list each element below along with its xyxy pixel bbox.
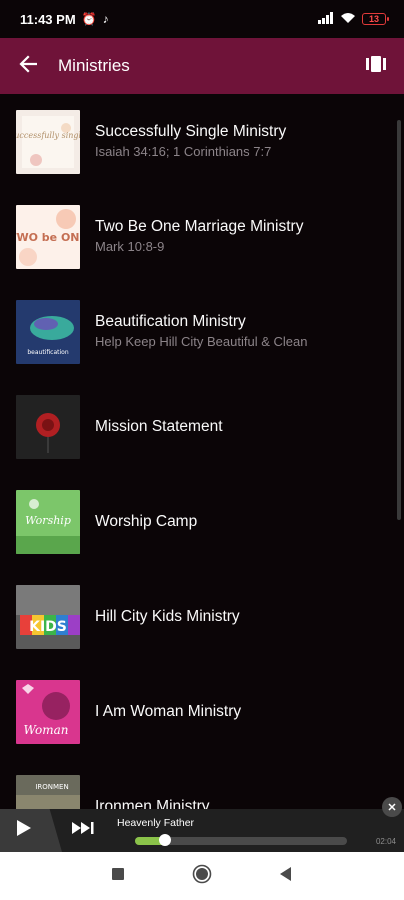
view-carousel-icon (366, 55, 386, 77)
item-title: Worship Camp (95, 512, 198, 530)
ministry-thumbnail: TWO be ONE (16, 204, 80, 269)
home-circle-icon (192, 864, 212, 889)
music-note-icon: ♪ (102, 12, 109, 26)
status-right: 13 (318, 11, 389, 27)
item-title: Ironmen Ministry (95, 797, 210, 810)
thumb-text: TWO be ONE (16, 231, 80, 244)
item-text: Mission Statement (95, 417, 223, 437)
list-item[interactable]: Mission Statement (0, 379, 404, 474)
list-item[interactable]: Worship Worship Camp (0, 474, 404, 569)
item-text: Two Be One Marriage Ministry Mark 10:8-9 (95, 217, 303, 256)
thumb-text: Worship (25, 514, 71, 527)
track-title: Heavenly Father (117, 817, 195, 829)
list-item[interactable]: IRONMEN Ironmen Ministry (0, 759, 404, 809)
close-player-button[interactable] (382, 797, 402, 817)
play-button[interactable] (0, 809, 62, 852)
ministry-thumbnail (16, 394, 80, 459)
wifi-icon (340, 12, 356, 27)
item-text: Beautification Ministry Help Keep Hill C… (95, 312, 307, 351)
ministry-thumbnail: Woman (16, 679, 80, 744)
item-text: I Am Woman Ministry (95, 702, 241, 722)
item-subtitle: Mark 10:8-9 (95, 239, 165, 254)
thumb-text: Woman (23, 723, 68, 737)
mini-player[interactable]: Heavenly Father 02:04 (0, 809, 404, 852)
list-item[interactable]: successfully single Successfully Single … (0, 94, 404, 189)
status-time: 11:43 PM (20, 11, 76, 27)
status-left: 11:43 PM ⏰ ♪ (20, 12, 109, 27)
ministry-thumbnail: beautification (16, 299, 80, 364)
thumb-text: KIDS (29, 619, 67, 635)
play-icon (16, 819, 32, 842)
thumb-text: IRONMEN (35, 783, 68, 791)
item-text: Ironmen Ministry (95, 797, 210, 810)
item-subtitle: Help Keep Hill City Beautiful & Clean (95, 334, 308, 349)
ministry-thumbnail: IRONMEN (16, 774, 80, 809)
ministry-thumbnail: Worship (16, 489, 80, 554)
progress-knob[interactable] (158, 834, 171, 846)
view-toggle-button[interactable] (348, 38, 404, 94)
recents-button[interactable] (76, 852, 160, 900)
thumb-text: successfully single (16, 131, 80, 140)
item-title: Successfully Single Ministry (95, 123, 287, 140)
list-item[interactable]: Woman I Am Woman Ministry (0, 664, 404, 759)
back-button[interactable] (0, 38, 56, 94)
next-button[interactable] (70, 819, 96, 841)
list-item[interactable]: KIDS Hill City Kids Ministry (0, 569, 404, 664)
item-text: Worship Camp (95, 512, 197, 532)
thumb-text: beautification (27, 349, 68, 356)
scrollbar[interactable] (397, 120, 401, 520)
ministry-thumbnail: successfully single (16, 109, 80, 174)
back-triangle-icon (280, 866, 292, 886)
battery-icon: 13 (362, 13, 389, 25)
status-bar: 11:43 PM ⏰ ♪ 13 (0, 0, 404, 38)
item-title: I Am Woman Ministry (95, 702, 242, 720)
app-bar: Ministries (0, 38, 404, 94)
arrow-back-icon (19, 54, 38, 78)
back-nav-button[interactable] (244, 852, 328, 900)
elapsed-time: 02:04 (375, 837, 396, 846)
list-item[interactable]: TWO be ONE Two Be One Marriage Ministry … (0, 189, 404, 284)
page-title: Ministries (58, 56, 130, 75)
recents-square-icon (112, 867, 124, 885)
home-button[interactable] (160, 852, 244, 900)
item-title: Hill City Kids Ministry (95, 607, 240, 625)
ministry-list[interactable]: successfully single Successfully Single … (0, 94, 404, 809)
alarm-clock-icon: ⏰ (81, 12, 97, 26)
system-nav-bar (0, 852, 404, 900)
close-icon (388, 798, 396, 816)
skip-next-icon (71, 821, 95, 840)
battery-level: 13 (368, 13, 379, 24)
signal-icon (318, 11, 334, 27)
item-title: Two Be One Marriage Ministry (95, 218, 304, 235)
item-subtitle: Isaiah 34:16; 1 Corinthians 7:7 (95, 144, 272, 159)
item-title: Beautification Ministry (95, 313, 246, 330)
list-item[interactable]: beautification Beautification Ministry H… (0, 284, 404, 379)
ministry-thumbnail: KIDS (16, 584, 80, 649)
item-text: Hill City Kids Ministry (95, 607, 240, 627)
screen: 11:43 PM ⏰ ♪ 13 Ministries ccessfully si… (0, 0, 404, 900)
item-text: Successfully Single Ministry Isaiah 34:1… (95, 122, 286, 161)
item-title: Mission Statement (95, 417, 223, 435)
